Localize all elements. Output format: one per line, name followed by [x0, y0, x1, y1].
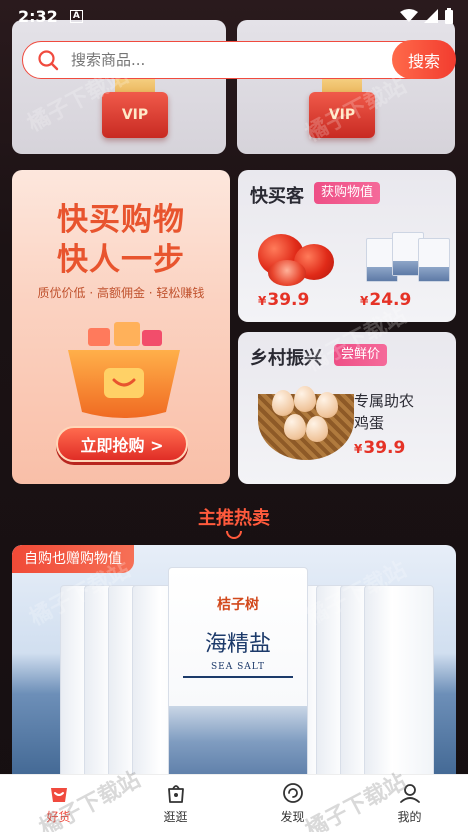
buy-now-button[interactable]: 立即抢购 > — [56, 426, 188, 462]
card-title: 乡村振兴 — [250, 348, 322, 369]
rural-revival-card[interactable]: 乡村振兴 尝鲜价 专属助农 鸡蛋 ¥39.9 — [238, 332, 456, 484]
egg-image — [306, 416, 328, 442]
notification-icon: A — [69, 9, 83, 23]
card-tag: 尝鲜价 — [334, 344, 388, 366]
fast-buyer-card[interactable]: 快买客 获购物值 ¥39.9 ¥24.9 — [238, 170, 456, 322]
goods-bag-icon — [50, 788, 67, 802]
compass-icon — [282, 783, 303, 803]
vip-badge: VIP — [102, 92, 168, 138]
banner-tag: 自购也赠购物值 — [12, 545, 134, 573]
salt-bag-front: 桔子树 海精盐 SEA SALT — [168, 567, 308, 785]
card-tag: 获购物值 — [314, 182, 381, 204]
egg-image — [272, 390, 294, 416]
promo-card[interactable]: 快买购物 快人一步 质优价低 · 高额佣金 · 轻松赚钱 立即抢购 > — [12, 170, 230, 484]
vip-badge: VIP — [309, 92, 375, 138]
signal-icon — [424, 9, 438, 23]
product-banner[interactable]: 自购也赠购物值 桔子树 海精盐 SEA SALT — [12, 545, 456, 785]
egg-image — [294, 386, 316, 412]
tomato-image — [268, 260, 306, 286]
nav-label: 我的 — [397, 810, 422, 824]
nav-item-discover[interactable]: 发现 — [234, 775, 351, 832]
price-salt: ¥24.9 — [360, 290, 412, 310]
bag-stripe — [183, 676, 293, 678]
wifi-icon — [400, 9, 418, 22]
search-button[interactable]: 搜索 — [392, 40, 456, 79]
nav-label: 逛逛 — [163, 810, 188, 824]
card-title: 快买客 — [250, 186, 304, 207]
bag-product-en: SEA SALT — [210, 662, 265, 672]
egg-image — [316, 392, 338, 418]
shopping-basket-icon — [68, 322, 180, 418]
promo-subtitle: 质优价低 · 高额佣金 · 轻松赚钱 — [37, 286, 205, 300]
nav-item-browse[interactable]: 逛逛 — [117, 775, 234, 832]
browse-bag-icon — [167, 785, 184, 803]
nav-label: 发现 — [280, 810, 305, 824]
search-icon — [38, 50, 59, 71]
bag-product-name: 海精盐 — [204, 632, 271, 657]
rural-desc-line2: 鸡蛋 — [354, 414, 385, 432]
status-bar: 2:32 A — [0, 0, 468, 32]
salt-pack-image — [418, 238, 450, 282]
profile-icon — [399, 784, 420, 803]
section-title: 主推热卖 — [198, 508, 270, 529]
bottom-nav: 好货 逛逛 发现 我的 — [0, 774, 468, 832]
bag-brand: 桔子树 — [217, 597, 259, 613]
search-bar[interactable]: 搜索 — [22, 40, 456, 79]
status-icons — [400, 8, 454, 24]
nav-label: 好货 — [46, 810, 71, 824]
price-egg: ¥39.9 — [354, 438, 406, 458]
nav-item-goods[interactable]: 好货 — [0, 775, 117, 832]
rural-desc-line1: 专属助农 — [354, 392, 415, 410]
status-time: 2:32 — [18, 6, 58, 26]
salt-bag-image — [364, 585, 434, 785]
price-tomato: ¥39.9 — [258, 290, 310, 310]
promo-title-line1: 快买购物 — [57, 202, 185, 238]
nav-item-profile[interactable]: 我的 — [351, 775, 468, 832]
promo-title-line2: 快人一步 — [57, 242, 185, 278]
egg-image — [284, 414, 306, 440]
battery-icon — [445, 8, 453, 24]
